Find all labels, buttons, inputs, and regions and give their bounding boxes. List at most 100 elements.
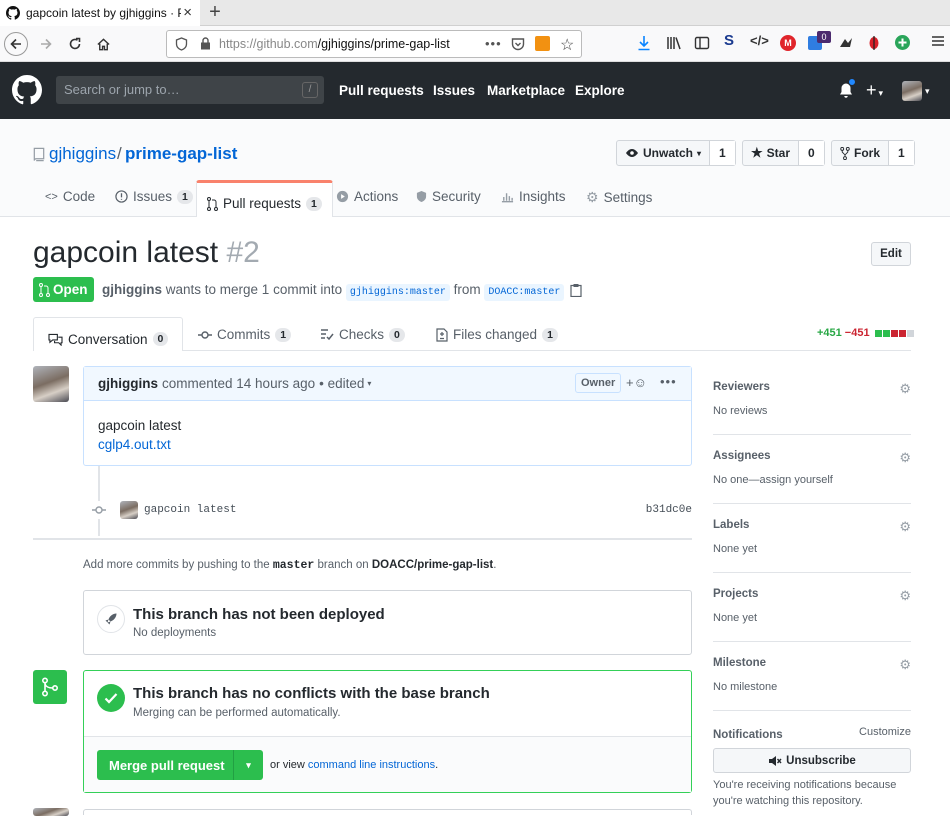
tab-insights[interactable]: Insights	[501, 189, 566, 204]
reviewers-gear-icon[interactable]: ⚙	[899, 381, 911, 397]
watch-button[interactable]: Unwatch ▾ 1	[616, 140, 736, 166]
edit-title-button[interactable]: Edit	[871, 242, 911, 266]
add-reaction-icon[interactable]: +☺	[626, 375, 647, 390]
pr-meta-text: wants to merge 1 commit into	[165, 282, 343, 297]
lock-icon[interactable]	[200, 37, 211, 50]
labels-gear-icon[interactable]: ⚙	[899, 519, 911, 535]
comment-text: gapcoin latest	[98, 418, 182, 433]
shield-icon[interactable]	[175, 37, 188, 51]
sidebar-projects[interactable]: Projects None yet ⚙	[713, 588, 911, 642]
browser-tab[interactable]: gapcoin latest by gjhiggins · Pull Reque…	[0, 0, 200, 26]
merge-pull-request-button[interactable]: Merge pull request ▾	[97, 750, 263, 780]
browser-toolbar: https://github.com/gjhiggins/prime-gap-l…	[0, 26, 950, 62]
assignees-value[interactable]: No one—assign yourself	[713, 474, 911, 486]
watch-count[interactable]: 1	[710, 141, 735, 165]
star-button[interactable]: ★ Star 0	[742, 140, 825, 166]
sidebar-reviewers[interactable]: Reviewers No reviews ⚙	[713, 381, 911, 435]
tab-conversation[interactable]: Conversation 0	[33, 317, 184, 351]
pr-author-link[interactable]: gjhiggins	[102, 282, 162, 297]
command-line-instructions-link[interactable]: command line instructions	[308, 759, 435, 771]
create-new-icon[interactable]: + ▾	[866, 80, 883, 101]
tab-checks[interactable]: Checks 0	[320, 327, 405, 342]
tab-commits[interactable]: Commits 1	[198, 327, 292, 342]
tab-security[interactable]: Security	[416, 189, 481, 204]
tab-files-changed[interactable]: Files changed 1	[436, 327, 558, 342]
comment-author-link[interactable]: gjhiggins	[98, 376, 158, 391]
commit-message-link[interactable]: gapcoin latest	[144, 504, 236, 516]
page-actions-icon[interactable]: •••	[485, 36, 502, 51]
tab-actions[interactable]: Actions	[336, 189, 398, 204]
user-avatar[interactable]	[902, 81, 922, 101]
fork-count[interactable]: 1	[889, 141, 914, 165]
extension-green-icon[interactable]	[894, 34, 911, 51]
comment-attachment-link[interactable]: cglp4.out.txt	[98, 435, 677, 454]
chevron-down-icon[interactable]: ▾	[367, 379, 371, 388]
s-extension-icon[interactable]: S	[724, 32, 734, 49]
merge-status-box: This branch has no conflicts with the ba…	[83, 670, 692, 793]
nav-pull-requests[interactable]: Pull requests	[339, 83, 424, 98]
assignees-gear-icon[interactable]: ⚙	[899, 450, 911, 466]
kebab-menu-icon[interactable]: •••	[660, 374, 677, 389]
tab-issues[interactable]: Issues 1	[115, 189, 193, 204]
comment-edited-dropdown[interactable]: • edited	[319, 376, 364, 391]
bookmark-star-icon[interactable]: ☆	[560, 35, 574, 55]
projects-gear-icon[interactable]: ⚙	[899, 588, 911, 604]
sidebar-labels[interactable]: Labels None yet ⚙	[713, 519, 911, 573]
comment-author-avatar[interactable]	[33, 366, 69, 402]
cli-hint-post: .	[435, 759, 439, 771]
graph-icon	[501, 191, 514, 203]
milestone-gear-icon[interactable]: ⚙	[899, 657, 911, 673]
pocket-icon[interactable]	[511, 37, 525, 51]
search-input[interactable]: Search or jump to… /	[56, 76, 324, 104]
nav-explore[interactable]: Explore	[575, 83, 625, 98]
m-extension-icon[interactable]: M	[780, 35, 796, 51]
repo-owner-link[interactable]: gjhiggins	[49, 144, 116, 164]
github-header: Search or jump to… / Pull requests Issue…	[0, 62, 950, 119]
star-label: Star	[766, 146, 790, 160]
back-icon[interactable]	[4, 32, 28, 56]
sidebar-assignees[interactable]: Assignees No one—assign yourself ⚙	[713, 450, 911, 504]
sidebar-milestone[interactable]: Milestone No milestone ⚙	[713, 657, 911, 711]
downloads-icon[interactable]	[637, 35, 651, 51]
notifications-bell-icon[interactable]	[838, 78, 856, 99]
comment-timestamp[interactable]: commented 14 hours ago	[162, 376, 315, 391]
commit-author-avatar[interactable]	[120, 501, 138, 519]
avatar-dropdown-icon[interactable]: ▾	[925, 86, 930, 97]
tab-code[interactable]: <> Code	[45, 189, 95, 204]
nav-marketplace[interactable]: Marketplace	[487, 83, 565, 98]
repo-name-link[interactable]: prime-gap-list	[125, 144, 237, 164]
unsubscribe-button[interactable]: Unsubscribe	[713, 748, 911, 773]
sidebar-toggle-icon[interactable]	[694, 35, 710, 51]
merge-method-dropdown-icon[interactable]: ▾	[234, 760, 263, 771]
extension-orange-icon[interactable]	[535, 36, 550, 51]
library-icon[interactable]	[666, 35, 682, 51]
url-path: /gjhiggins/prime-gap-list	[317, 37, 450, 51]
hamburger-menu-icon[interactable]	[931, 34, 945, 48]
base-branch[interactable]: gjhiggins:master	[345, 284, 450, 301]
tab-pull-requests[interactable]: Pull requests 1	[196, 180, 333, 217]
push-hint-repo-link[interactable]: DOACC/prime-gap-list	[372, 559, 493, 571]
customize-notifications-link[interactable]: Customize	[859, 726, 911, 738]
commit-icon	[198, 330, 212, 340]
head-branch[interactable]: DOACC:master	[484, 284, 565, 301]
extension-red-icon[interactable]	[868, 35, 880, 51]
fork-button[interactable]: Fork 1	[831, 140, 915, 166]
tab-settings[interactable]: ⚙ Settings	[586, 189, 652, 206]
milestone-value: No milestone	[713, 681, 778, 693]
star-count[interactable]: 0	[799, 141, 824, 165]
copy-clipboard-icon[interactable]	[570, 283, 582, 298]
nav-issues[interactable]: Issues	[433, 83, 475, 98]
reload-icon[interactable]	[63, 32, 87, 56]
commit-sha-link[interactable]: b31dc0e	[646, 504, 692, 516]
extension-bird-icon[interactable]	[838, 35, 854, 51]
new-tab-icon[interactable]: +	[205, 1, 225, 24]
home-icon[interactable]	[91, 32, 115, 56]
code-extension-icon[interactable]: </>	[750, 33, 769, 48]
github-logo-icon[interactable]	[12, 75, 42, 105]
push-hint-branch: master	[272, 559, 315, 572]
address-bar[interactable]: https://github.com/gjhiggins/prime-gap-l…	[166, 30, 582, 58]
close-tab-icon[interactable]: ×	[183, 4, 192, 21]
status-badge-label: Open	[53, 282, 88, 297]
diffstat-add-block	[882, 329, 890, 337]
forward-icon[interactable]	[34, 32, 58, 56]
